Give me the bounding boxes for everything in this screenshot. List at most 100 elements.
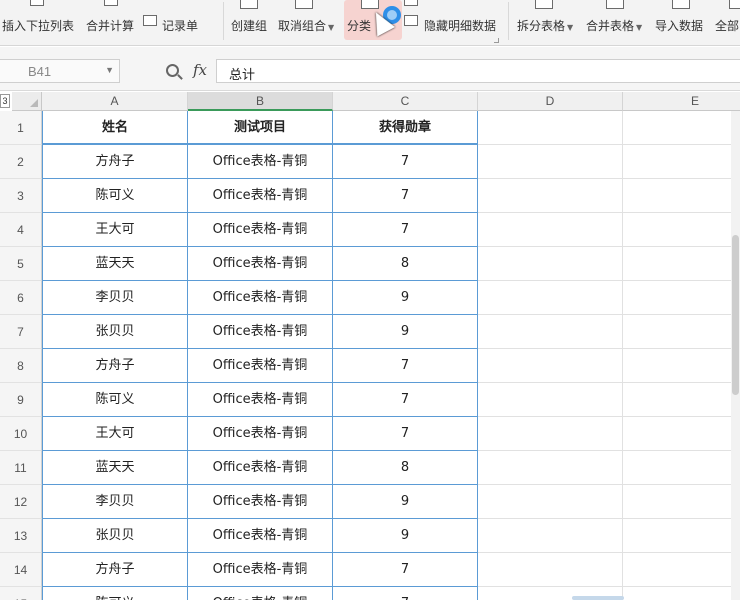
cell-name[interactable]: 蓝天天 [42, 451, 188, 485]
empty-cell[interactable] [623, 179, 740, 213]
cell-name[interactable]: 方舟子 [42, 145, 188, 179]
outline-level-button[interactable]: 3 [0, 94, 10, 108]
empty-cell[interactable] [478, 247, 623, 281]
cell-name[interactable]: 陈可义 [42, 587, 188, 600]
cell-name[interactable]: 陈可义 [42, 179, 188, 213]
empty-cell[interactable] [623, 587, 740, 600]
cell-medals[interactable]: 7 [333, 417, 478, 451]
formula-input[interactable]: 总计 [216, 59, 740, 83]
cell-item[interactable]: Office表格-青铜 [188, 587, 333, 600]
empty-cell[interactable] [623, 383, 740, 417]
empty-cell[interactable] [478, 485, 623, 519]
merge-table-button[interactable]: 合并表格 ▼ [586, 0, 646, 45]
cell-medals[interactable]: 7 [333, 349, 478, 383]
row-header[interactable]: 7 [0, 315, 42, 349]
row-header[interactable]: 12 [0, 485, 42, 519]
row-header[interactable]: 8 [0, 349, 42, 383]
merge-calc-button[interactable]: 合并计算 [86, 0, 138, 45]
cell-medals[interactable]: 9 [333, 281, 478, 315]
empty-cell[interactable] [623, 111, 740, 145]
empty-cell[interactable] [623, 145, 740, 179]
cell-item[interactable]: Office表格-青铜 [188, 145, 333, 179]
empty-cell[interactable] [478, 315, 623, 349]
empty-cell[interactable] [478, 519, 623, 553]
row-header[interactable]: 1 [0, 111, 42, 145]
cell-name[interactable]: 张贝贝 [42, 519, 188, 553]
group-dialog-launcher-icon[interactable] [494, 38, 499, 43]
cell-medals[interactable]: 9 [333, 519, 478, 553]
cell-item[interactable]: Office表格-青铜 [188, 485, 333, 519]
show-detail-icon[interactable] [404, 0, 418, 6]
empty-cell[interactable] [623, 553, 740, 587]
column-header-e[interactable]: E [623, 92, 740, 111]
select-all-corner[interactable] [12, 92, 42, 111]
cell-item[interactable]: Office表格-青铜 [188, 417, 333, 451]
cell-medals[interactable]: 7 [333, 383, 478, 417]
cell-item[interactable]: Office表格-青铜 [188, 247, 333, 281]
cell-name[interactable]: 张贝贝 [42, 315, 188, 349]
cell-name[interactable]: 方舟子 [42, 553, 188, 587]
empty-cell[interactable] [478, 383, 623, 417]
row-header[interactable]: 5 [0, 247, 42, 281]
empty-cell[interactable] [478, 281, 623, 315]
row-header[interactable]: 2 [0, 145, 42, 179]
row-header[interactable]: 15 [0, 587, 42, 600]
column-header-c[interactable]: C [333, 92, 478, 111]
vertical-scrollbar[interactable] [731, 111, 740, 600]
empty-cell[interactable] [623, 417, 740, 451]
fx-icon[interactable]: fx [193, 61, 207, 79]
header-cell-name[interactable]: 姓名 [42, 111, 188, 145]
cell-item[interactable]: Office表格-青铜 [188, 519, 333, 553]
cell-item[interactable]: Office表格-青铜 [188, 179, 333, 213]
row-header[interactable]: 11 [0, 451, 42, 485]
empty-cell[interactable] [623, 213, 740, 247]
row-header[interactable]: 4 [0, 213, 42, 247]
row-header[interactable]: 6 [0, 281, 42, 315]
empty-cell[interactable] [623, 451, 740, 485]
empty-cell[interactable] [623, 519, 740, 553]
cell-medals[interactable]: 8 [333, 247, 478, 281]
column-header-b[interactable]: B [188, 92, 333, 111]
empty-cell[interactable] [478, 553, 623, 587]
empty-cell[interactable] [623, 349, 740, 383]
empty-cell[interactable] [623, 485, 740, 519]
empty-cell[interactable] [478, 417, 623, 451]
cell-name[interactable]: 方舟子 [42, 349, 188, 383]
header-cell-medals[interactable]: 获得勋章 [333, 111, 478, 145]
cell-medals[interactable]: 7 [333, 553, 478, 587]
zoom-icon[interactable] [166, 64, 179, 77]
column-header-a[interactable]: A [42, 92, 188, 111]
empty-cell[interactable] [478, 179, 623, 213]
horizontal-scroll-thumb[interactable] [572, 596, 624, 600]
vertical-scroll-thumb[interactable] [732, 235, 739, 395]
chevron-down-icon[interactable]: ▼ [105, 65, 114, 75]
cell-item[interactable]: Office表格-青铜 [188, 349, 333, 383]
hide-detail-label[interactable]: 隐藏明细数据 [424, 17, 496, 34]
empty-cell[interactable] [478, 111, 623, 145]
row-header[interactable]: 9 [0, 383, 42, 417]
cell-medals[interactable]: 7 [333, 587, 478, 600]
empty-cell[interactable] [623, 281, 740, 315]
cell-name[interactable]: 王大可 [42, 213, 188, 247]
cell-item[interactable]: Office表格-青铜 [188, 213, 333, 247]
cell-item[interactable]: Office表格-青铜 [188, 451, 333, 485]
cell-name[interactable]: 李贝贝 [42, 485, 188, 519]
empty-cell[interactable] [478, 349, 623, 383]
cell-medals[interactable]: 9 [333, 485, 478, 519]
split-table-button[interactable]: 拆分表格 ▼ [517, 0, 577, 45]
ungroup-button[interactable]: 取消组合 ▼ [278, 0, 338, 45]
row-header[interactable]: 3 [0, 179, 42, 213]
cell-item[interactable]: Office表格-青铜 [188, 553, 333, 587]
empty-cell[interactable] [478, 213, 623, 247]
cell-medals[interactable]: 7 [333, 179, 478, 213]
column-header-d[interactable]: D [478, 92, 623, 111]
cell-medals[interactable]: 9 [333, 315, 478, 349]
row-header[interactable]: 14 [0, 553, 42, 587]
empty-cell[interactable] [623, 247, 740, 281]
cell-medals[interactable]: 7 [333, 145, 478, 179]
cell-medals[interactable]: 7 [333, 213, 478, 247]
empty-cell[interactable] [478, 451, 623, 485]
header-cell-item[interactable]: 测试项目 [188, 111, 333, 145]
cell-name[interactable]: 蓝天天 [42, 247, 188, 281]
cell-name[interactable]: 陈可义 [42, 383, 188, 417]
